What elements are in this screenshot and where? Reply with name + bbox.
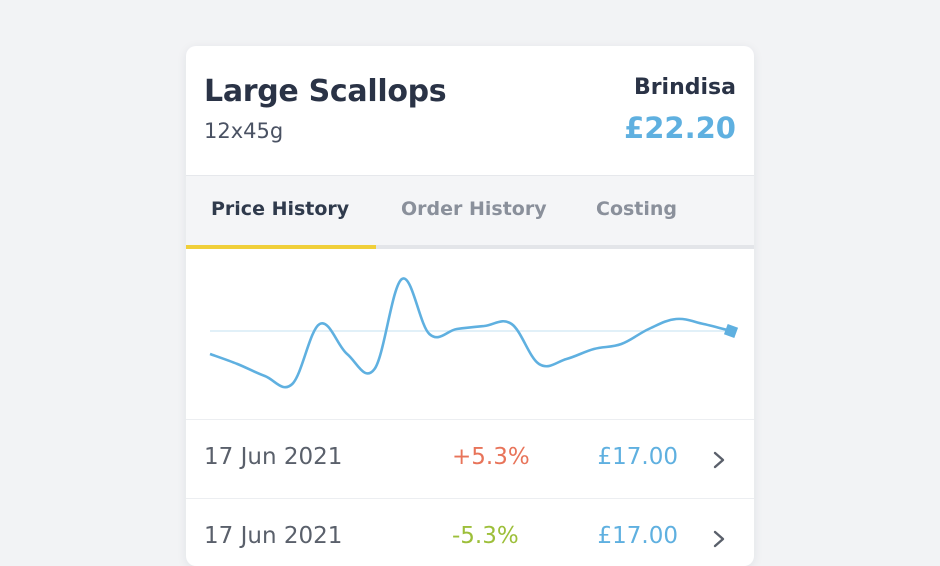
price-history-chart bbox=[186, 249, 754, 419]
row-date: 17 Jun 2021 bbox=[204, 444, 343, 470]
product-card: Large Scallops 12x45g Brindisa £22.20 Pr… bbox=[186, 46, 754, 566]
row-change: +5.3% bbox=[452, 444, 530, 470]
price-point bbox=[675, 318, 677, 320]
tab-costing[interactable]: Costing bbox=[596, 198, 677, 220]
price-point bbox=[593, 348, 595, 350]
price-point bbox=[538, 363, 540, 365]
price-point bbox=[264, 375, 266, 377]
price-point bbox=[565, 358, 567, 360]
row-amount: £17.00 bbox=[597, 444, 678, 470]
price-point bbox=[209, 353, 211, 355]
price-series-line bbox=[209, 277, 732, 389]
price-history-chart-svg bbox=[209, 277, 739, 389]
product-pack-size: 12x45g bbox=[204, 119, 284, 143]
product-price: £22.20 bbox=[624, 111, 736, 145]
tab-bar: Price History Order History Costing bbox=[186, 175, 754, 249]
price-point bbox=[456, 328, 458, 330]
chevron-right-icon bbox=[713, 451, 725, 469]
product-header: Large Scallops 12x45g Brindisa £22.20 bbox=[186, 46, 754, 175]
price-point bbox=[291, 383, 293, 385]
price-point bbox=[428, 333, 430, 335]
row-amount: £17.00 bbox=[597, 523, 678, 549]
price-point bbox=[318, 323, 320, 325]
price-point bbox=[510, 323, 512, 325]
price-history-list: 17 Jun 2021 +5.3% £17.00 17 Jun 2021 -5.… bbox=[186, 419, 754, 566]
price-point bbox=[648, 328, 650, 330]
row-date: 17 Jun 2021 bbox=[204, 523, 343, 549]
price-point bbox=[236, 363, 238, 365]
latest-price-marker bbox=[723, 323, 739, 339]
chevron-right-icon bbox=[713, 530, 725, 548]
supplier-name: Brindisa bbox=[633, 75, 736, 100]
tab-price-history[interactable]: Price History bbox=[211, 198, 349, 220]
price-point bbox=[346, 353, 348, 355]
price-point bbox=[702, 323, 704, 325]
row-change: -5.3% bbox=[452, 523, 519, 549]
price-point bbox=[483, 325, 485, 327]
price-history-row[interactable]: 17 Jun 2021 -5.3% £17.00 bbox=[186, 498, 754, 566]
price-point bbox=[373, 368, 375, 370]
price-history-row[interactable]: 17 Jun 2021 +5.3% £17.00 bbox=[186, 419, 754, 498]
product-name: Large Scallops bbox=[204, 74, 447, 109]
price-point bbox=[620, 343, 622, 345]
tab-order-history[interactable]: Order History bbox=[401, 198, 547, 220]
price-point bbox=[401, 278, 403, 280]
